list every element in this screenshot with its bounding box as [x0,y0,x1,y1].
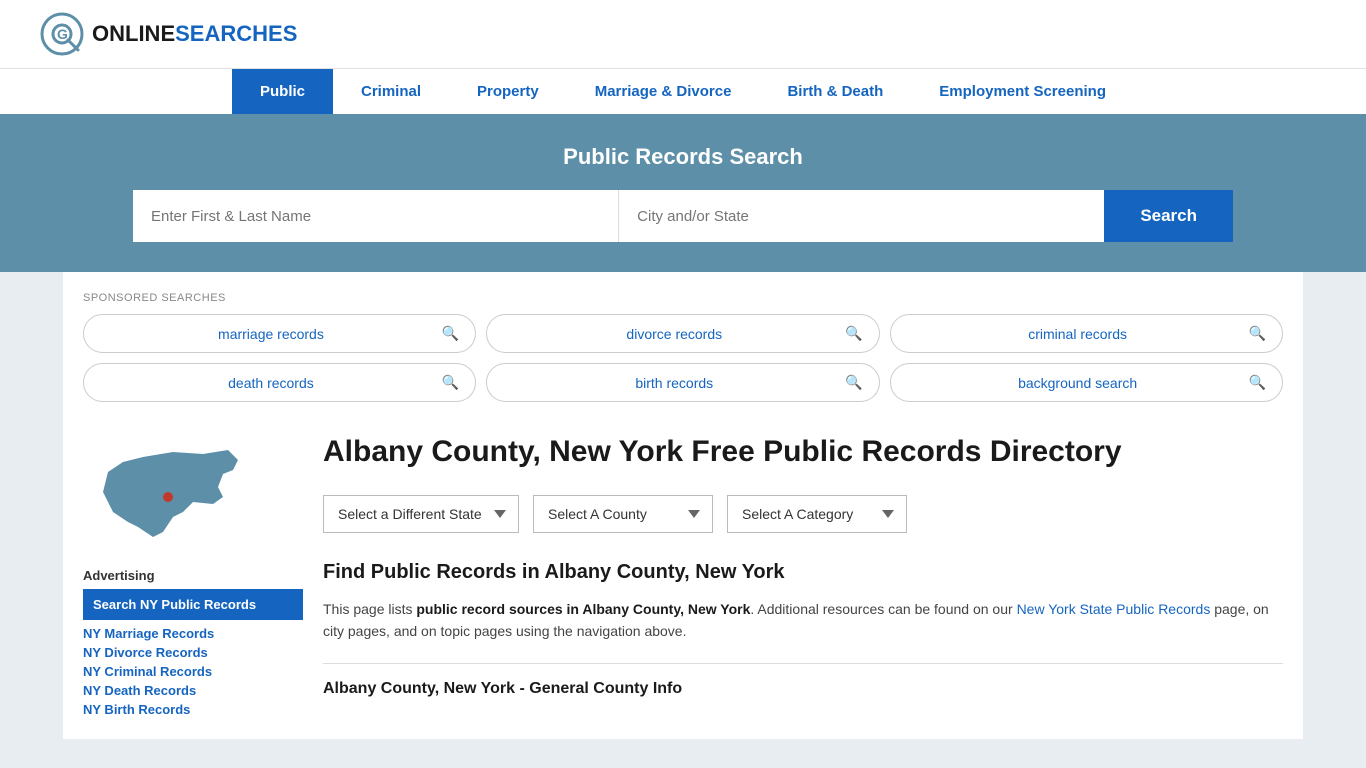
sponsored-item-birth[interactable]: birth records 🔍 [486,363,879,402]
logo-online: ONLINE [92,21,175,46]
nav-item-employment[interactable]: Employment Screening [911,69,1134,114]
sponsored-link-birth[interactable]: birth records [503,375,845,391]
sponsored-item-criminal[interactable]: criminal records 🔍 [890,314,1283,353]
sponsored-link-background[interactable]: background search [907,375,1249,391]
sidebar-link-criminal[interactable]: NY Criminal Records [83,662,303,681]
header: G ONLINESEARCHES [0,0,1366,68]
ny-map-container [83,432,263,552]
dropdown-row: Select a Different State Select A County… [323,495,1283,533]
sponsored-link-death[interactable]: death records [100,375,442,391]
nav-item-marriage[interactable]: Marriage & Divorce [567,69,760,114]
sponsored-item-divorce[interactable]: divorce records 🔍 [486,314,879,353]
search-icon-5: 🔍 [845,374,862,391]
sponsored-section: SPONSORED SEARCHES marriage records 🔍 di… [83,292,1283,402]
logo-icon: G [40,12,84,56]
advertising-label: Advertising [83,568,303,583]
county-dropdown[interactable]: Select A County [533,495,713,533]
sponsored-link-divorce[interactable]: divorce records [503,326,845,342]
sidebar-highlight[interactable]: Search NY Public Records [83,589,303,620]
search-icon-6: 🔍 [1249,374,1266,391]
name-input[interactable] [133,190,619,242]
sidebar-link-birth[interactable]: NY Birth Records [83,700,303,719]
sidebar-link-marriage[interactable]: NY Marriage Records [83,624,303,643]
desc-bold: public record sources in Albany County, … [416,601,750,617]
sponsored-item-death[interactable]: death records 🔍 [83,363,476,402]
search-row: Search [133,190,1233,242]
find-heading: Find Public Records in Albany County, Ne… [323,561,1283,584]
nav-item-property[interactable]: Property [449,69,567,114]
search-button[interactable]: Search [1104,190,1233,242]
logo-text: ONLINESEARCHES [92,21,297,47]
section-heading: Albany County, New York - General County… [323,663,1283,698]
sponsored-link-marriage[interactable]: marriage records [100,326,442,342]
main-nav: Public Criminal Property Marriage & Divo… [0,68,1366,114]
sidebar: Advertising Search NY Public Records NY … [83,432,303,719]
ny-map-svg [83,432,263,552]
search-banner: Public Records Search Search [0,114,1366,272]
state-dropdown[interactable]: Select a Different State [323,495,519,533]
sponsored-item-marriage[interactable]: marriage records 🔍 [83,314,476,353]
search-banner-title: Public Records Search [40,144,1326,170]
main-content: Albany County, New York Free Public Reco… [323,432,1283,719]
logo: G ONLINESEARCHES [40,12,297,56]
search-icon-1: 🔍 [442,325,459,342]
description: This page lists public record sources in… [323,598,1283,643]
sidebar-link-death[interactable]: NY Death Records [83,681,303,700]
main-container: SPONSORED SEARCHES marriage records 🔍 di… [63,272,1303,739]
page-title: Albany County, New York Free Public Reco… [323,432,1283,471]
sponsored-grid: marriage records 🔍 divorce records 🔍 cri… [83,314,1283,402]
logo-searches: SEARCHES [175,21,297,46]
content-area: Advertising Search NY Public Records NY … [83,432,1283,719]
sponsored-link-criminal[interactable]: criminal records [907,326,1249,342]
desc-text-1: This page lists [323,601,416,617]
desc-link[interactable]: New York State Public Records [1017,601,1211,617]
svg-text:G: G [57,26,68,42]
sponsored-item-background[interactable]: background search 🔍 [890,363,1283,402]
category-dropdown[interactable]: Select A Category [727,495,907,533]
search-icon-4: 🔍 [442,374,459,391]
desc-text-2: . Additional resources can be found on o… [750,601,1016,617]
search-icon-3: 🔍 [1249,325,1266,342]
city-input[interactable] [619,190,1104,242]
search-icon-2: 🔍 [845,325,862,342]
nav-item-criminal[interactable]: Criminal [333,69,449,114]
nav-item-public[interactable]: Public [232,69,333,114]
sidebar-link-divorce[interactable]: NY Divorce Records [83,643,303,662]
nav-item-birth-death[interactable]: Birth & Death [759,69,911,114]
sponsored-label: SPONSORED SEARCHES [83,292,1283,304]
